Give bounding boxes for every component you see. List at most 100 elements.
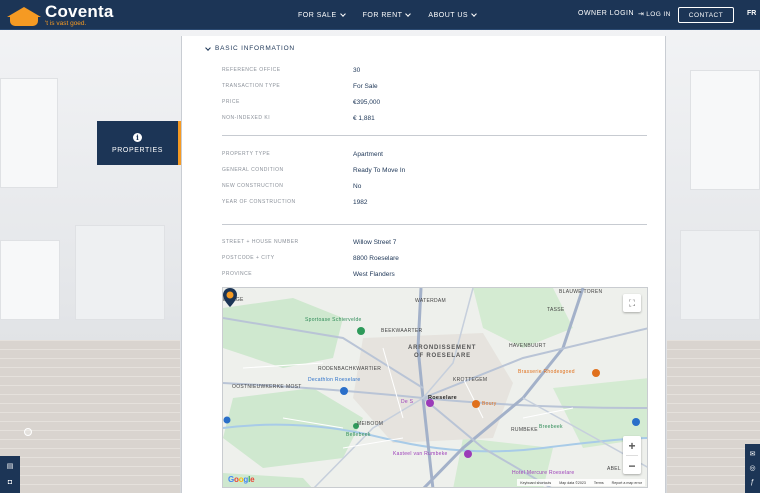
google-logo: Google (228, 475, 255, 484)
map-attribution: Keyboard shortcuts Map data ©2023 Terms … (517, 479, 645, 486)
info-value: 1982 (353, 198, 368, 206)
info-value: 30 (353, 66, 361, 74)
info-value: 8800 Roeselare (353, 254, 399, 262)
info-row: REFERENCE OFFICE 30 (222, 65, 642, 75)
nav-label: FOR SALE (298, 11, 337, 19)
map-label: MOST (286, 384, 302, 390)
info-label: STREET + HOUSE NUMBER (222, 239, 299, 245)
info-label: NEW CONSTRUCTION (222, 183, 284, 189)
divider (222, 224, 647, 225)
map-label: Kasteel van Rumbeke (393, 451, 448, 457)
info-label: PRICE (222, 99, 240, 105)
logo-tagline: 't is vast goed. (45, 19, 87, 27)
map-label: KROTTEGEM (453, 377, 488, 383)
chevron-down-icon (205, 44, 211, 51)
contact-button[interactable]: CONTACT (678, 7, 734, 23)
map-label: De S (401, 399, 414, 405)
nav-about-us[interactable]: ABOUT US (428, 11, 477, 19)
map-label: Decathlon Roeselare (308, 377, 361, 383)
map-label: ARRONDISSEMENT (408, 345, 477, 351)
info-row: POSTCODE + CITY 8800 Roeselare (222, 253, 642, 263)
map-label: RUMBEKE (511, 427, 538, 433)
map-label: Sportoase Schiervelde (305, 317, 362, 323)
map-label: TASSE (547, 307, 565, 313)
location-map[interactable]: EIHAGE WATERDAM BLAUWE TOREN Sportoase S… (222, 287, 648, 488)
info-row: PROVINCE West Flanders (222, 269, 642, 279)
info-row: PRICE €395,000 (222, 97, 642, 107)
map-label: MEIBOOM (357, 421, 384, 427)
divider (222, 135, 647, 136)
map-label: ABEL (607, 466, 621, 472)
mail-icon[interactable]: ✉ (750, 451, 756, 458)
keyboard-shortcuts-link[interactable]: Keyboard shortcuts (520, 481, 551, 485)
section-title: BASIC INFORMATION (215, 45, 295, 52)
info-value: For Sale (353, 82, 378, 90)
terms-link[interactable]: Terms (594, 481, 604, 485)
info-row: NEW CONSTRUCTION No (222, 181, 642, 191)
map-data-text: Map data ©2023 (559, 480, 586, 485)
log-in-link[interactable]: ⇥ LOG IN (638, 10, 671, 19)
info-value: Ready To Move In (353, 166, 406, 174)
info-label: YEAR OF CONSTRUCTION (222, 199, 296, 205)
map-label: Boury (482, 401, 497, 407)
facebook-icon[interactable]: ƒ (751, 479, 755, 486)
map-label: RODENBACHKWARTIER (318, 366, 382, 372)
nav-for-rent[interactable]: FOR RENT (362, 11, 412, 19)
info-row: STREET + HOUSE NUMBER Willow Street 7 (222, 237, 642, 247)
info-row: PROPERTY TYPE Apartment (222, 149, 642, 159)
location-pin-icon (223, 288, 237, 307)
camera-icon[interactable]: ◘ (8, 479, 12, 486)
report-error-link[interactable]: Report a map error (612, 481, 642, 485)
info-value: No (353, 182, 362, 190)
logo-name: Coventa (45, 1, 114, 21)
owner-login-link[interactable]: OWNER LOGIN (578, 10, 634, 17)
map-label: BLAUWE TOREN (559, 289, 603, 295)
info-label: NON-INDEXED KI (222, 115, 271, 121)
info-row: YEAR OF CONSTRUCTION 1982 (222, 197, 642, 207)
properties-tab-label: PROPERTIES (112, 146, 163, 154)
info-value: Apartment (353, 150, 383, 158)
house-logo-icon (7, 5, 41, 26)
chevron-down-icon (471, 11, 477, 17)
map-label: Breebeek (539, 424, 563, 430)
info-label: POSTCODE + CITY (222, 255, 275, 261)
zoom-out-button[interactable]: − (623, 456, 641, 475)
map-label: Brasserie Rhodesgoed (518, 369, 575, 375)
zoom-in-button[interactable]: + (623, 436, 641, 455)
info-label: REFERENCE OFFICE (222, 67, 281, 73)
info-row: GENERAL CONDITION Ready To Move In (222, 165, 642, 175)
nav-label: FOR RENT (362, 11, 403, 19)
left-floating-actions: ▤ ◘ (0, 456, 20, 493)
info-icon: i (133, 132, 142, 142)
info-row: TRANSACTION TYPE For Sale (222, 81, 642, 91)
property-detail-card: BASIC INFORMATION REFERENCE OFFICE 30 TRA… (181, 36, 666, 493)
main-nav: FOR SALE FOR RENT ABOUT US (298, 0, 477, 30)
language-switch[interactable]: FR (747, 10, 756, 17)
info-value: Willow Street 7 (353, 238, 397, 246)
fullscreen-icon: ⛶ (628, 297, 636, 308)
document-icon[interactable]: ▤ (7, 463, 14, 470)
map-label: Bellebeek (346, 432, 371, 438)
sign-in-icon: ⇥ (638, 11, 645, 18)
map-label: BEEKWAARTER (381, 328, 423, 334)
chevron-down-icon (339, 11, 346, 17)
zoom-controls: + − (623, 436, 641, 474)
carousel-dot[interactable] (24, 428, 32, 436)
map-label: OOSTNIEUWKERKE (232, 384, 284, 390)
basic-info-toggle[interactable]: BASIC INFORMATION (205, 44, 295, 52)
info-value: West Flanders (353, 270, 395, 278)
properties-tab[interactable]: i PROPERTIES (97, 121, 181, 165)
info-value: € 1,881 (353, 114, 375, 122)
whatsapp-icon[interactable]: ◎ (749, 465, 755, 472)
nav-for-sale[interactable]: FOR SALE (298, 11, 346, 19)
map-label: Roeselare (428, 395, 457, 401)
info-label: TRANSACTION TYPE (222, 83, 281, 89)
map-label: HAVENBUURT (509, 343, 546, 349)
site-header: Coventa 't is vast goed. FOR SALE FOR RE… (0, 0, 760, 30)
brick-wall-left (0, 340, 180, 493)
fullscreen-button[interactable]: ⛶ (623, 294, 641, 312)
map-label: OF ROESELARE (414, 353, 471, 359)
chevron-down-icon (405, 11, 412, 17)
info-row: NON-INDEXED KI € 1,881 (222, 113, 642, 123)
logo[interactable]: Coventa 't is vast goed. (7, 3, 113, 27)
